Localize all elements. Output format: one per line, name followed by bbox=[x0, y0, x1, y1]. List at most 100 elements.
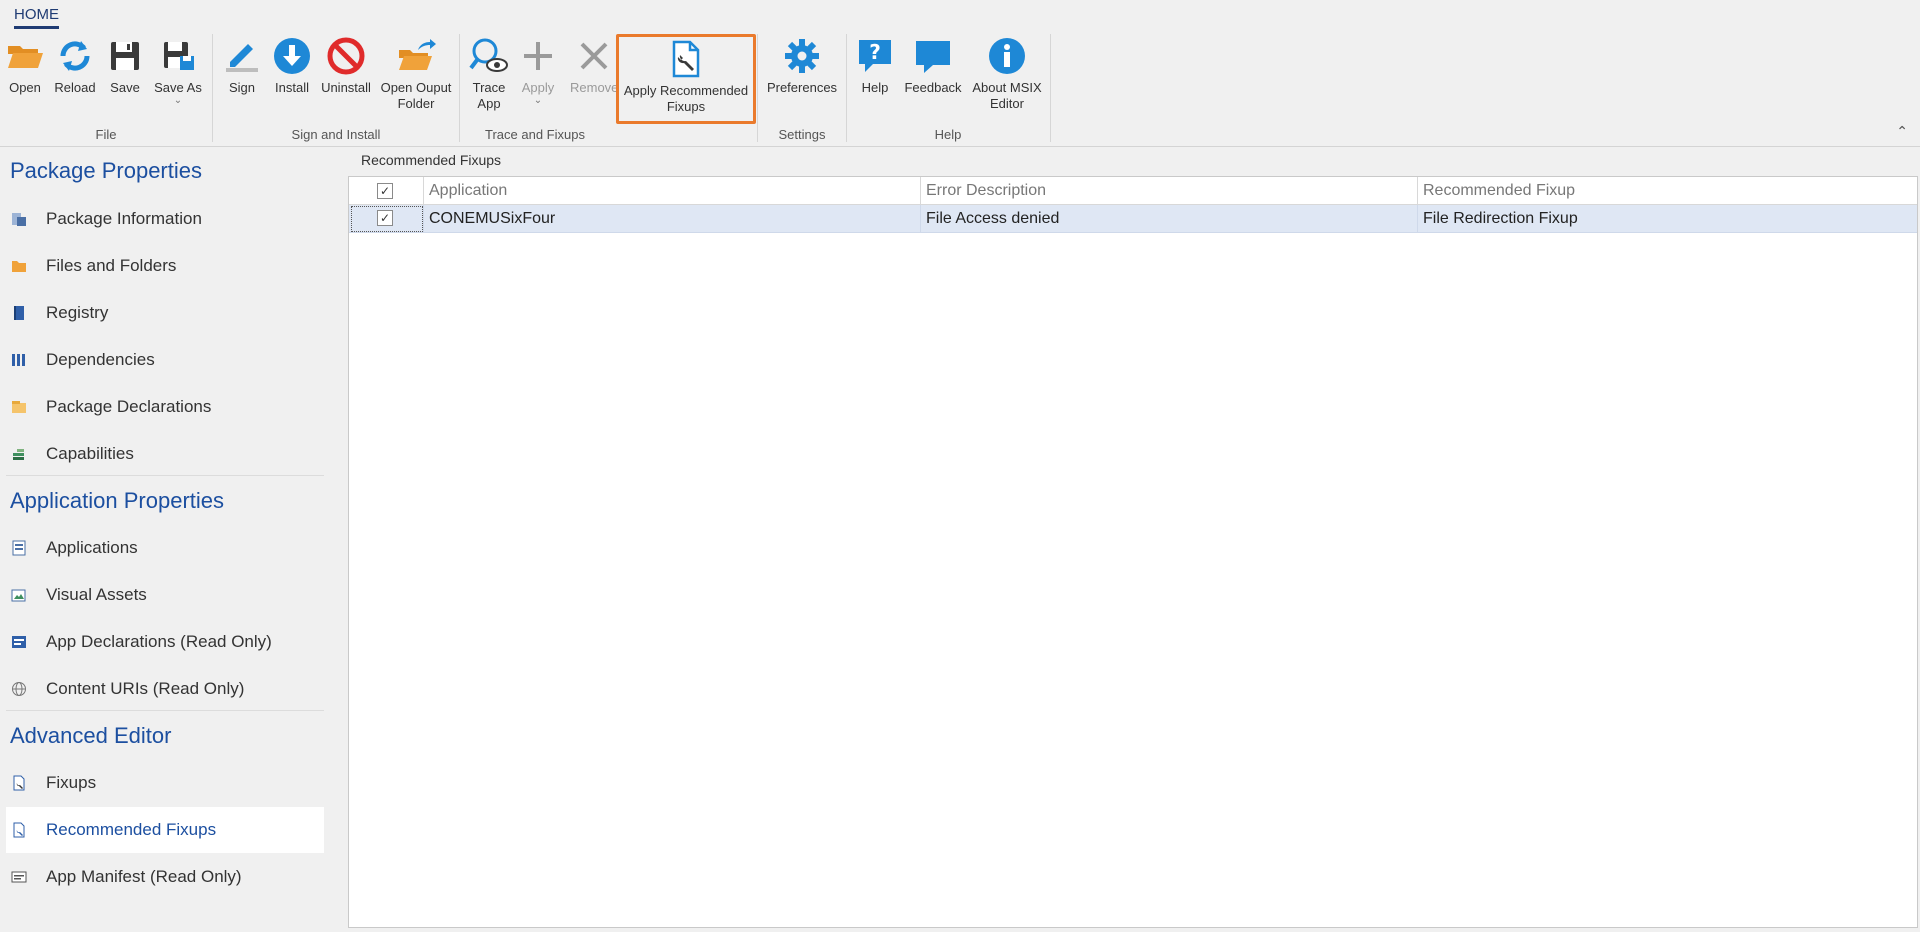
sidebar-item-label: Fixups bbox=[46, 773, 97, 792]
about-label-1: About MSIX bbox=[972, 80, 1042, 95]
section-title-application-properties: Application Properties bbox=[10, 488, 225, 513]
apply-recommended-label-1: Apply Recommended bbox=[623, 83, 749, 98]
folder-icon bbox=[10, 257, 28, 275]
sidebar-item-app-manifest[interactable]: App Manifest (Read Only) bbox=[6, 854, 324, 900]
open-output-label-1: Open Ouput bbox=[380, 80, 452, 95]
recommended-fixups-grid: ✓ Application Error Description Recommen… bbox=[348, 176, 1918, 928]
package-info-icon bbox=[10, 210, 28, 228]
download-circle-icon bbox=[272, 36, 312, 76]
reload-icon bbox=[55, 36, 95, 76]
preferences-label: Preferences bbox=[766, 80, 838, 95]
sign-label: Sign bbox=[228, 80, 256, 95]
sidebar-item-label: App Declarations (Read Only) bbox=[46, 632, 272, 651]
help-label: Help bbox=[861, 80, 889, 95]
sidebar-divider bbox=[6, 475, 324, 476]
collapse-ribbon-icon[interactable]: ⌃ bbox=[1896, 123, 1908, 140]
sidebar-item-capabilities[interactable]: Capabilities bbox=[6, 431, 324, 477]
group-file: Open Reload Save Save As ⌄ File bbox=[0, 32, 212, 144]
help-question-icon: ? bbox=[855, 36, 895, 76]
apply-button[interactable]: Apply ⌄ bbox=[518, 36, 558, 118]
chevron-down-icon: ⌄ bbox=[533, 95, 543, 106]
ribbon: Open Reload Save Save As ⌄ File Sign Ins… bbox=[0, 30, 1920, 147]
remove-button[interactable]: Remove bbox=[570, 36, 618, 118]
sidebar-item-fixups[interactable]: Fixups bbox=[6, 760, 324, 806]
sidebar-item-package-declarations[interactable]: Package Declarations bbox=[6, 384, 324, 430]
magnifier-eye-icon bbox=[469, 36, 509, 76]
save-as-label: Save As bbox=[154, 80, 202, 95]
close-x-icon bbox=[574, 36, 614, 76]
reload-label: Reload bbox=[54, 80, 96, 95]
main-panel: Recommended Fixups ✓ Application Error D… bbox=[345, 148, 1920, 932]
manifest-icon bbox=[10, 868, 28, 886]
open-label: Open bbox=[9, 80, 41, 95]
group-label-settings: Settings bbox=[778, 127, 826, 142]
sidebar-item-label: Applications bbox=[46, 538, 138, 557]
registry-book-icon bbox=[10, 304, 28, 322]
sidebar-item-label: Package Information bbox=[46, 209, 202, 228]
open-output-folder-button[interactable]: Open Ouput Folder bbox=[377, 36, 455, 118]
row-checkbox[interactable]: ✓ bbox=[377, 210, 393, 226]
sidebar-item-dependencies[interactable]: Dependencies bbox=[6, 337, 324, 383]
about-label-2: Editor bbox=[990, 96, 1024, 111]
install-label: Install bbox=[275, 80, 309, 95]
apply-recommended-fixups-button[interactable]: Apply Recommended Fixups bbox=[616, 34, 756, 124]
sidebar-item-label: Dependencies bbox=[46, 350, 155, 369]
sidebar-item-app-declarations[interactable]: App Declarations (Read Only) bbox=[6, 619, 324, 665]
prohibited-icon bbox=[326, 36, 366, 76]
about-button[interactable]: About MSIX Editor bbox=[969, 36, 1045, 118]
sidebar-item-label: Registry bbox=[46, 303, 109, 322]
sidebar-item-visual-assets[interactable]: Visual Assets bbox=[6, 572, 324, 618]
reload-button[interactable]: Reload bbox=[52, 36, 98, 118]
trace-label-2: App bbox=[477, 96, 501, 111]
column-header-error-description[interactable]: Error Description bbox=[920, 177, 1417, 205]
sidebar-item-registry[interactable]: Registry bbox=[6, 290, 324, 336]
section-title-package-properties: Package Properties bbox=[10, 158, 202, 183]
install-button[interactable]: Install bbox=[271, 36, 313, 118]
open-output-label-2: Folder bbox=[397, 96, 435, 111]
sidebar-item-label: Visual Assets bbox=[46, 585, 147, 604]
folder-share-icon bbox=[396, 36, 436, 76]
save-label: Save bbox=[110, 80, 140, 95]
document-wrench-icon bbox=[666, 39, 706, 79]
sidebar-item-applications[interactable]: Applications bbox=[6, 525, 324, 571]
cell-recommended-fixup: File Redirection Fixup bbox=[1417, 205, 1917, 233]
recommended-fixups-icon bbox=[10, 821, 28, 839]
sidebar-item-content-uris[interactable]: Content URIs (Read Only) bbox=[6, 666, 324, 712]
uninstall-button[interactable]: Uninstall bbox=[319, 36, 373, 118]
trace-app-button[interactable]: Trace App bbox=[468, 36, 510, 118]
tab-home[interactable]: HOME bbox=[14, 6, 59, 29]
trace-label-1: Trace bbox=[472, 80, 506, 95]
column-header-application[interactable]: Application bbox=[423, 177, 920, 205]
cell-error-description: File Access denied bbox=[920, 205, 1417, 233]
sidebar-item-label: Capabilities bbox=[46, 444, 134, 463]
sidebar-item-label: App Manifest (Read Only) bbox=[46, 867, 242, 886]
help-button[interactable]: ? Help bbox=[855, 36, 895, 118]
save-as-button[interactable]: Save As ⌄ bbox=[150, 36, 206, 118]
sidebar-item-recommended-fixups[interactable]: Recommended Fixups bbox=[6, 807, 324, 853]
column-header-recommended-fixup[interactable]: Recommended Fixup bbox=[1417, 177, 1917, 205]
svg-text:?: ? bbox=[869, 40, 881, 64]
grid-header: ✓ Application Error Description Recommen… bbox=[349, 177, 1917, 205]
group-settings: Preferences Settings bbox=[758, 32, 846, 144]
table-row[interactable]: ✓ CONEMUSixFour File Access denied File … bbox=[349, 205, 1917, 233]
sign-button[interactable]: Sign bbox=[221, 36, 263, 118]
save-button[interactable]: Save bbox=[104, 36, 146, 118]
gear-icon bbox=[782, 36, 822, 76]
preferences-button[interactable]: Preferences bbox=[764, 36, 840, 118]
group-divider bbox=[1050, 34, 1051, 142]
select-all-checkbox[interactable]: ✓ bbox=[377, 183, 393, 199]
speech-bubble-icon bbox=[913, 36, 953, 76]
group-trace-fixups: Trace App Apply ⌄ Remove Apply Recommend… bbox=[460, 32, 756, 144]
group-label-trace-fixups: Trace and Fixups bbox=[485, 127, 585, 142]
feedback-button[interactable]: Feedback bbox=[903, 36, 963, 118]
app-declarations-icon bbox=[10, 633, 28, 651]
remove-label: Remove bbox=[570, 80, 619, 95]
open-button[interactable]: Open bbox=[4, 36, 46, 118]
sidebar-item-package-information[interactable]: Package Information bbox=[6, 196, 324, 242]
ribbon-tab-bar: HOME bbox=[0, 0, 1920, 30]
sidebar-item-files-and-folders[interactable]: Files and Folders bbox=[6, 243, 324, 289]
applications-icon bbox=[10, 539, 28, 557]
cell-application: CONEMUSixFour bbox=[423, 205, 920, 233]
info-circle-icon bbox=[987, 36, 1027, 76]
panel-title: Recommended Fixups bbox=[361, 152, 502, 168]
